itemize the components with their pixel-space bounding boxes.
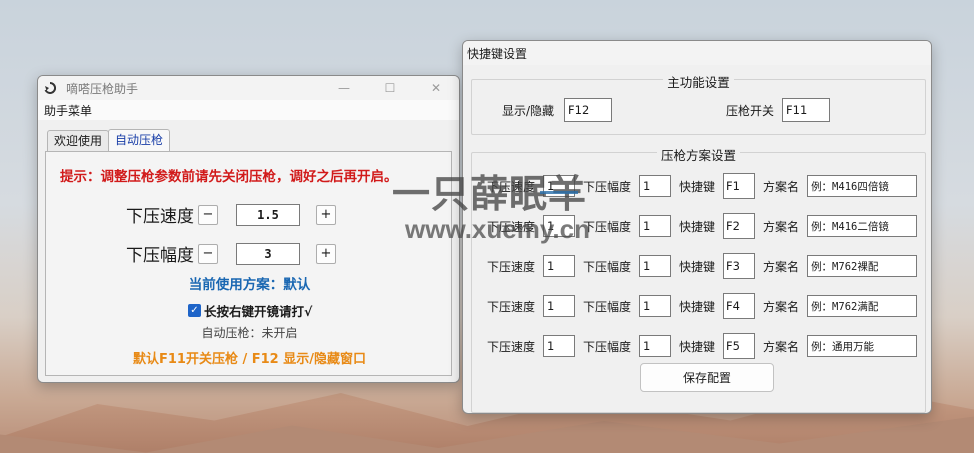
window-title: 快捷键设置 (467, 46, 528, 61)
hotkey-label: 快捷键 (679, 179, 716, 194)
scheme-name-label: 方案名 (763, 339, 800, 354)
scheme-name-label: 方案名 (763, 179, 800, 194)
hotkey-label: 快捷键 (679, 299, 716, 314)
range-input[interactable]: 1 (639, 255, 672, 277)
auto-recoil-panel: 提示：调整压枪参数前请先关闭压枪，调好之后再开启。 下压速度 − 1.5 + 下… (45, 151, 452, 376)
close-icon[interactable]: ✕ (413, 76, 459, 100)
hotkey-input[interactable]: F1 (723, 173, 756, 199)
scheme-row-3: 下压速度 1 下压幅度 1 快捷键 F3 方案名 例：M762裸配 (487, 253, 918, 279)
range-row: 下压幅度 − 3 + (126, 241, 336, 266)
speed-label: 下压速度 (487, 299, 536, 314)
minimize-icon[interactable]: — (321, 76, 367, 100)
window-titlebar[interactable]: 嘀嗒压枪助手 — ☐ ✕ (38, 76, 459, 100)
toggle-label: 压枪开关 (726, 103, 775, 118)
current-scheme-text: 当前使用方案：默认 (188, 277, 311, 293)
scheme-name-input[interactable]: 例：M416二倍镜 (807, 215, 918, 237)
scheme-name-label: 方案名 (763, 259, 800, 274)
watermark-underline (540, 191, 578, 194)
speed-label: 下压速度 (487, 259, 536, 274)
range-input[interactable]: 1 (639, 335, 672, 357)
range-label: 下压幅度 (583, 259, 632, 274)
tab-welcome[interactable]: 欢迎使用 (47, 130, 110, 151)
range-input[interactable]: 1 (639, 215, 672, 237)
watermark-url: www.xuemy.cn (405, 214, 590, 244)
scheme-name-input[interactable]: 例：M416四倍镜 (807, 175, 918, 197)
group-title: 主功能设置 (663, 75, 734, 90)
speed-increase-button[interactable]: + (316, 204, 336, 225)
tab-bar: 欢迎使用 自动压枪 (47, 129, 171, 151)
range-label: 下压幅度 (583, 299, 632, 314)
scheme-name-label: 方案名 (763, 219, 800, 234)
main-function-group: 主功能设置 显示/隐藏 F12 压枪开关 F11 (471, 75, 926, 135)
range-label: 下压幅度 (583, 219, 632, 234)
speed-input[interactable]: 1 (543, 255, 576, 277)
show-hide-label: 显示/隐藏 (502, 103, 555, 118)
window-title: 嘀嗒压枪助手 (66, 81, 139, 96)
scheme-name-label: 方案名 (763, 299, 800, 314)
right-click-scope-option[interactable]: ✓ 长按右键开镜请打√ (188, 301, 312, 320)
range-label: 下压幅度 (126, 246, 194, 266)
maximize-icon[interactable]: ☐ (367, 76, 413, 100)
group-title: 压枪方案设置 (656, 148, 740, 163)
hotkey-input[interactable]: F3 (723, 253, 756, 279)
range-input[interactable]: 1 (639, 295, 672, 317)
hotkey-label: 快捷键 (679, 339, 716, 354)
save-config-button[interactable]: 保存配置 (640, 363, 774, 392)
range-label: 下压幅度 (583, 339, 632, 354)
hotkey-label: 快捷键 (679, 259, 716, 274)
menu-assistant[interactable]: 助手菜单 (44, 102, 92, 119)
speed-label: 下压速度 (126, 207, 194, 227)
speed-row: 下压速度 − 1.5 + (126, 202, 336, 227)
app-icon (44, 82, 56, 94)
range-decrease-button[interactable]: − (198, 243, 218, 264)
scheme-row-4: 下压速度 1 下压幅度 1 快捷键 F4 方案名 例：M762满配 (487, 293, 918, 319)
scheme-row-5: 下压速度 1 下压幅度 1 快捷键 F5 方案名 例：通用万能 (487, 333, 918, 359)
checkbox-checked-icon[interactable]: ✓ (188, 304, 201, 317)
tab-auto-recoil[interactable]: 自动压枪 (108, 129, 171, 151)
checkbox-label: 长按右键开镜请打√ (204, 304, 313, 319)
hotkey-tip: 默认F11开关压枪 / F12 显示/隐藏窗口 (132, 352, 367, 367)
speed-label: 下压速度 (487, 339, 536, 354)
range-label: 下压幅度 (583, 179, 632, 194)
hotkey-input[interactable]: F5 (723, 333, 756, 359)
range-value[interactable]: 3 (236, 242, 300, 265)
auto-recoil-status: 自动压枪：未开启 (201, 326, 298, 340)
hotkey-label: 快捷键 (679, 219, 716, 234)
speed-input[interactable]: 1 (543, 295, 576, 317)
range-increase-button[interactable]: + (316, 243, 336, 264)
speed-decrease-button[interactable]: − (198, 204, 218, 225)
menu-bar: 助手菜单 (38, 100, 459, 120)
range-input[interactable]: 1 (639, 175, 672, 197)
toggle-key-input[interactable]: F11 (782, 98, 831, 122)
hotkey-input[interactable]: F4 (723, 293, 756, 319)
show-hide-key-input[interactable]: F12 (564, 98, 613, 122)
speed-input[interactable]: 1 (543, 335, 576, 357)
scheme-name-input[interactable]: 例：M762满配 (807, 295, 918, 317)
scheme-name-input[interactable]: 例：通用万能 (807, 335, 918, 357)
warning-hint: 提示：调整压枪参数前请先关闭压枪，调好之后再开启。 (60, 169, 398, 185)
window-titlebar[interactable]: 快捷键设置 (463, 41, 931, 65)
recoil-assistant-window: 嘀嗒压枪助手 — ☐ ✕ 助手菜单 欢迎使用 自动压枪 提示：调整压枪参数前请先… (37, 75, 460, 383)
speed-value[interactable]: 1.5 (236, 203, 300, 226)
scheme-name-input[interactable]: 例：M762裸配 (807, 255, 918, 277)
hotkey-input[interactable]: F2 (723, 213, 756, 239)
